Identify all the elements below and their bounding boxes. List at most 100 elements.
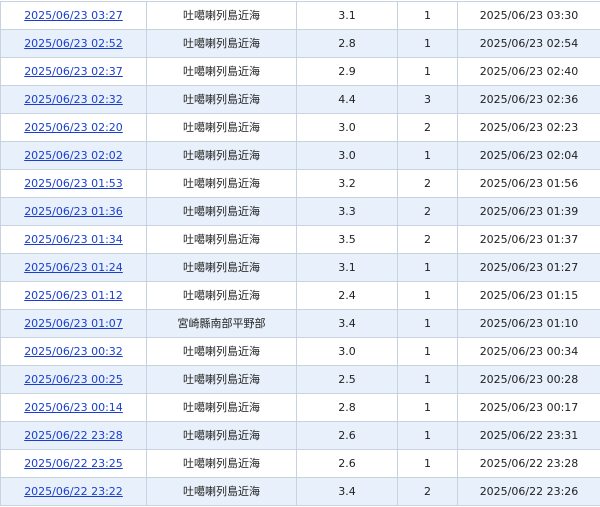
epicenter-area-cell: 吐噶喇列島近海 (147, 226, 297, 254)
max-intensity-cell: 1 (398, 142, 458, 170)
table-row: 2025/06/23 02:20 吐噶喇列島近海3.022025/06/23 02… (1, 114, 600, 142)
magnitude-cell: 2.9 (297, 58, 398, 86)
epicenter-area-cell: 吐噶喇列島近海 (147, 366, 297, 394)
quake-time-cell: 2025/06/23 01:36 (1, 198, 147, 226)
table-row: 2025/06/23 01:36吐噶喇列島近海3.322025/06/23 01… (1, 198, 600, 226)
table-row: 2025/06/23 01:53吐噶喇列島近海3.222025/06/23 01… (1, 170, 600, 198)
table-row: 2025/06/23 03:27 吐噶喇列島近海3.112025/06/23 03… (1, 2, 600, 30)
announced-time-cell: 2025/06/22 23:26 (458, 478, 600, 506)
max-intensity-cell: 3 (398, 86, 458, 114)
announced-time-cell: 2025/06/23 01:10 (458, 310, 600, 338)
magnitude-cell: 2.8 (297, 30, 398, 58)
announced-time-cell: 2025/06/23 00:34 (458, 338, 600, 366)
magnitude-cell: 3.4 (297, 478, 398, 506)
quake-time-cell: 2025/06/22 23:22 (1, 478, 147, 506)
epicenter-area-cell: 吐噶喇列島近海 (147, 422, 297, 450)
magnitude-cell: 3.2 (297, 170, 398, 198)
quake-time-cell: 2025/06/23 01:53 (1, 170, 147, 198)
magnitude-cell: 2.5 (297, 366, 398, 394)
announced-time-cell: 2025/06/23 01:15 (458, 282, 600, 310)
epicenter-area-cell: 吐噶喇列島近海 (147, 338, 297, 366)
quake-time-cell: 2025/06/23 02:37 (1, 58, 147, 86)
max-intensity-cell: 2 (398, 478, 458, 506)
magnitude-cell: 4.4 (297, 86, 398, 114)
announced-time-cell: 2025/06/22 23:28 (458, 450, 600, 478)
announced-time-cell: 2025/06/23 02:04 (458, 142, 600, 170)
quake-time-link[interactable]: 2025/06/23 00:14 (24, 401, 123, 414)
table-row: 2025/06/23 00:25吐噶喇列島近海2.512025/06/23 00… (1, 366, 600, 394)
quake-time-cell: 2025/06/23 00:32 (1, 338, 147, 366)
quake-time-link[interactable]: 2025/06/22 23:28 (24, 429, 123, 442)
magnitude-cell: 2.4 (297, 282, 398, 310)
max-intensity-cell: 2 (398, 226, 458, 254)
announced-time-cell: 2025/06/23 02:23 (458, 114, 600, 142)
max-intensity-cell: 2 (398, 114, 458, 142)
announced-time-cell: 2025/06/22 23:31 (458, 422, 600, 450)
epicenter-area-cell: 吐噶喇列島近海 (147, 170, 297, 198)
epicenter-area-cell: 吐噶喇列島近海 (147, 114, 297, 142)
quake-time-cell: 2025/06/23 01:34 (1, 226, 147, 254)
quake-time-link[interactable]: 2025/06/23 01:36 (24, 205, 123, 218)
epicenter-area-cell: 吐噶喇列島近海 (147, 394, 297, 422)
quake-time-cell: 2025/06/23 02:02 (1, 142, 147, 170)
announced-time-cell: 2025/06/23 02:36 (458, 86, 600, 114)
max-intensity-cell: 1 (398, 394, 458, 422)
max-intensity-cell: 1 (398, 58, 458, 86)
announced-time-cell: 2025/06/23 01:27 (458, 254, 600, 282)
quake-time-cell: 2025/06/23 01:12 (1, 282, 147, 310)
magnitude-cell: 3.1 (297, 2, 398, 30)
magnitude-cell: 2.6 (297, 450, 398, 478)
epicenter-area-cell: 宮崎縣南部平野部 (147, 310, 297, 338)
quake-time-link[interactable]: 2025/06/23 00:25 (24, 373, 123, 386)
quake-time-cell: 2025/06/23 03:27 (1, 2, 147, 30)
announced-time-cell: 2025/06/23 02:40 (458, 58, 600, 86)
epicenter-area-cell: 吐噶喇列島近海 (147, 198, 297, 226)
earthquake-list-table: 2025/06/23 03:27吐噶喇列島近海3.112025/06/23 03… (0, 1, 600, 506)
quake-time-link[interactable]: 2025/06/23 02:37 (24, 65, 123, 78)
max-intensity-cell: 1 (398, 422, 458, 450)
announced-time-cell: 2025/06/23 01:56 (458, 170, 600, 198)
magnitude-cell: 2.6 (297, 422, 398, 450)
max-intensity-cell: 1 (398, 450, 458, 478)
max-intensity-cell: 2 (398, 198, 458, 226)
table-row: 2025/06/23 02:32吐噶喇列島近海4.432025/06/23 02… (1, 86, 600, 114)
epicenter-area-cell: 吐噶喇列島近海 (147, 478, 297, 506)
quake-time-link[interactable]: 2025/06/22 23:25 (24, 457, 123, 470)
quake-time-link[interactable]: 2025/06/23 01:12 (24, 289, 123, 302)
quake-time-link[interactable]: 2025/06/23 01:34 (24, 233, 123, 246)
quake-time-link[interactable]: 2025/06/23 02:52 (24, 37, 123, 50)
max-intensity-cell: 1 (398, 30, 458, 58)
quake-time-cell: 2025/06/23 01:24 (1, 254, 147, 282)
quake-time-cell: 2025/06/23 01:07 (1, 310, 147, 338)
table-row: 2025/06/23 01:07宮崎縣南部平野部3.412025/06/23 0… (1, 310, 600, 338)
magnitude-cell: 2.8 (297, 394, 398, 422)
quake-time-link[interactable]: 2025/06/23 01:24 (24, 261, 123, 274)
quake-time-link[interactable]: 2025/06/23 02:32 (24, 93, 123, 106)
magnitude-cell: 3.0 (297, 338, 398, 366)
table-row: 2025/06/22 23:28 吐噶喇列島近海2.612025/06/22 23… (1, 422, 600, 450)
announced-time-cell: 2025/06/23 03:30 (458, 2, 600, 30)
quake-time-link[interactable]: 2025/06/23 01:07 (24, 317, 123, 330)
announced-time-cell: 2025/06/23 00:28 (458, 366, 600, 394)
table-row: 2025/06/22 23:22 吐噶喇列島近海3.422025/06/22 23… (1, 478, 600, 506)
max-intensity-cell: 1 (398, 310, 458, 338)
quake-time-cell: 2025/06/22 23:28 (1, 422, 147, 450)
epicenter-area-cell: 吐噶喇列島近海 (147, 142, 297, 170)
magnitude-cell: 3.0 (297, 114, 398, 142)
max-intensity-cell: 1 (398, 2, 458, 30)
table-row: 2025/06/23 02:37吐噶喇列島近海2.912025/06/23 02… (1, 58, 600, 86)
quake-time-link[interactable]: 2025/06/23 02:02 (24, 149, 123, 162)
quake-time-link[interactable]: 2025/06/23 00:32 (24, 345, 123, 358)
max-intensity-cell: 1 (398, 254, 458, 282)
quake-time-cell: 2025/06/23 00:14 (1, 394, 147, 422)
magnitude-cell: 3.3 (297, 198, 398, 226)
quake-time-link[interactable]: 2025/06/23 02:20 (24, 121, 123, 134)
magnitude-cell: 3.0 (297, 142, 398, 170)
quake-time-link[interactable]: 2025/06/23 03:27 (24, 9, 123, 22)
magnitude-cell: 3.1 (297, 254, 398, 282)
table-row: 2025/06/23 00:14吐噶喇列島近海2.812025/06/23 00… (1, 394, 600, 422)
epicenter-area-cell: 吐噶喇列島近海 (147, 2, 297, 30)
quake-time-link[interactable]: 2025/06/22 23:22 (24, 485, 123, 498)
epicenter-area-cell: 吐噶喇列島近海 (147, 30, 297, 58)
quake-time-link[interactable]: 2025/06/23 01:53 (24, 177, 123, 190)
